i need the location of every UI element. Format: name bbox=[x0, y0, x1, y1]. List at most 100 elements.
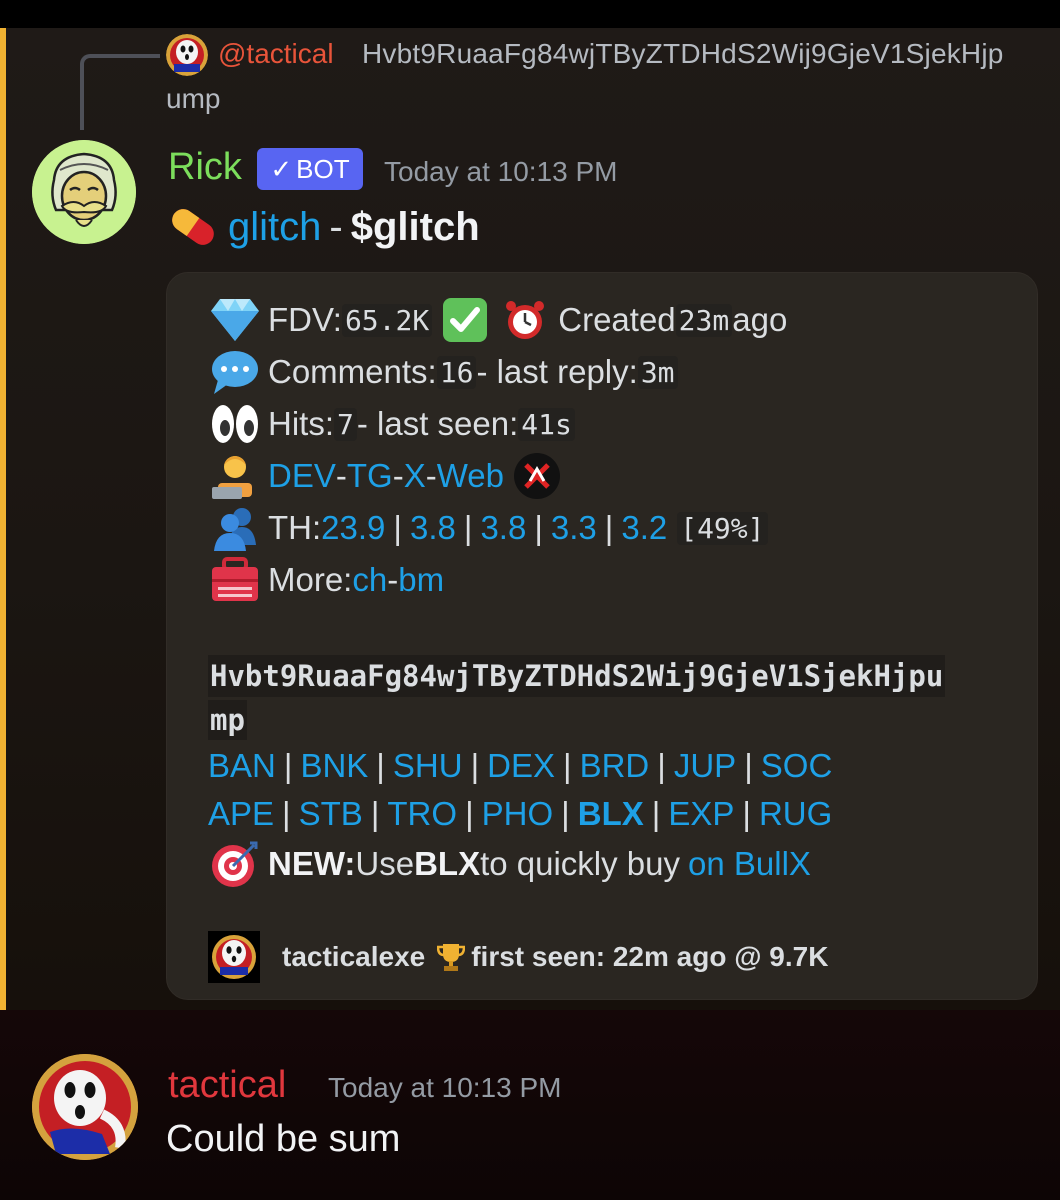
ch-link[interactable]: ch bbox=[352, 561, 387, 599]
platform-link-bnk[interactable]: BNK bbox=[300, 747, 368, 785]
bm-link[interactable]: bm bbox=[398, 561, 444, 599]
footer-text: first seen: 22m ago @ 9.7K bbox=[471, 941, 829, 972]
dev-link[interactable]: DEV bbox=[268, 457, 336, 495]
platform-link-shu[interactable]: SHU bbox=[393, 747, 463, 785]
last-seen-label: - last seen: bbox=[356, 405, 519, 442]
pipe-separator: | bbox=[742, 795, 751, 832]
th-value[interactable]: 23.9 bbox=[321, 509, 385, 547]
comments-label: Comments: bbox=[268, 353, 437, 390]
pipe-separator: | bbox=[393, 509, 402, 546]
link-separator: - bbox=[335, 457, 347, 494]
contract-address-continued[interactable]: mp bbox=[208, 700, 247, 740]
link-separator: - bbox=[425, 457, 437, 494]
busts-icon bbox=[208, 501, 262, 555]
reply-avatar[interactable] bbox=[166, 34, 208, 76]
platform-link-stb[interactable]: STB bbox=[299, 795, 363, 833]
pipe-separator: | bbox=[744, 747, 753, 784]
new-text: Use bbox=[355, 845, 415, 882]
reply-text-continued[interactable]: ump bbox=[166, 83, 220, 115]
web-link[interactable]: Web bbox=[437, 457, 504, 495]
bullx-link[interactable]: on BullX bbox=[688, 845, 811, 883]
reply-connector bbox=[80, 54, 160, 130]
check-mark-icon bbox=[438, 293, 492, 347]
verified-check-icon: ✓ bbox=[270, 153, 293, 184]
pipe-separator: | bbox=[465, 795, 474, 832]
platform-link-brd[interactable]: BRD bbox=[580, 747, 650, 785]
embed-footer: tacticalexe first seen: 22m ago @ 9.7K bbox=[208, 930, 828, 984]
bot-badge-label: BOT bbox=[296, 153, 350, 184]
new-text-continued: to quickly buy bbox=[480, 845, 681, 882]
platform-link-ape[interactable]: APE bbox=[208, 795, 274, 833]
pipe-separator: | bbox=[651, 795, 661, 832]
eyes-icon bbox=[208, 397, 262, 451]
trophy-icon bbox=[437, 942, 466, 972]
pipe-separator: | bbox=[563, 747, 572, 784]
platform-link-dex[interactable]: DEX bbox=[487, 747, 555, 785]
last-seen-value: 41s bbox=[518, 407, 575, 441]
pipe-separator: | bbox=[283, 747, 293, 784]
token-name-link[interactable]: glitch bbox=[228, 205, 321, 250]
th-value[interactable]: 3.8 bbox=[410, 509, 456, 547]
th-value[interactable]: 3.3 bbox=[551, 509, 597, 547]
toolbox-icon bbox=[208, 553, 262, 607]
platform-link-pho[interactable]: PHO bbox=[482, 795, 554, 833]
pipe-separator: | bbox=[376, 747, 385, 784]
tg-link[interactable]: TG bbox=[347, 457, 393, 495]
bot-badge: ✓ BOT bbox=[257, 148, 363, 190]
pipe-separator: | bbox=[470, 747, 480, 784]
token-ticker: $glitch bbox=[350, 204, 480, 249]
th-percent: [49%] bbox=[677, 511, 768, 545]
technologist-icon bbox=[208, 449, 262, 503]
platform-link-ban[interactable]: BAN bbox=[208, 747, 276, 785]
bot-username[interactable]: Rick bbox=[168, 146, 242, 189]
user-username[interactable]: tactical bbox=[168, 1064, 286, 1107]
no-entry-x-icon bbox=[510, 449, 564, 503]
message-timestamp[interactable]: Today at 10:13 PM bbox=[328, 1072, 561, 1104]
gem-icon bbox=[208, 293, 262, 347]
fdv-value: 65.2K bbox=[341, 303, 433, 337]
footer-username: tacticalexe bbox=[282, 941, 426, 972]
links-row: DEV - TG - X - Web bbox=[208, 450, 570, 502]
platform-links-row-2: APE | STB | TRO | PHO | BLX | EXP | RUG bbox=[208, 788, 832, 840]
pipe-separator: | bbox=[534, 509, 543, 546]
pipe-separator: | bbox=[370, 795, 380, 832]
title-separator: - bbox=[329, 204, 343, 249]
comments-row: Comments: 16 - last reply: 3m bbox=[208, 346, 678, 398]
link-separator: - bbox=[387, 561, 399, 598]
created-value: 23m bbox=[675, 303, 733, 337]
th-value[interactable]: 3.8 bbox=[480, 509, 526, 547]
last-reply-value: 3m bbox=[637, 355, 678, 389]
contract-address[interactable]: Hvbt9RuaaFg84wjTByZTDHdS2Wij9GjeV1SjekHj… bbox=[208, 655, 946, 697]
created-suffix: ago bbox=[732, 301, 788, 338]
tactical-avatar[interactable] bbox=[32, 1054, 138, 1160]
hits-row: Hits: 7 - last seen: 41s bbox=[208, 398, 575, 450]
hits-value: 7 bbox=[334, 407, 357, 441]
platform-link-soc[interactable]: SOC bbox=[761, 747, 833, 785]
pipe-separator: | bbox=[561, 795, 570, 832]
platform-link-tro[interactable]: TRO bbox=[387, 795, 457, 833]
mention-highlight-bar bbox=[0, 28, 6, 1010]
top-bar bbox=[0, 0, 1060, 28]
platform-link-rug[interactable]: RUG bbox=[759, 795, 832, 833]
new-label: NEW: bbox=[268, 845, 356, 882]
last-reply-label: - last reply: bbox=[476, 353, 638, 390]
reply-mention[interactable]: @tactical bbox=[218, 38, 334, 70]
platform-link-blx[interactable]: BLX bbox=[578, 795, 644, 833]
pipe-separator: | bbox=[282, 795, 291, 832]
message-background bbox=[0, 1010, 1060, 1200]
platform-link-exp[interactable]: EXP bbox=[668, 795, 734, 833]
message-timestamp[interactable]: Today at 10:13 PM bbox=[384, 156, 617, 188]
fdv-row: FDV: 65.2K Created 23m ago bbox=[208, 294, 787, 346]
new-bold-text: BLX bbox=[414, 845, 481, 882]
speech-bubble-icon bbox=[208, 345, 262, 399]
message-text: Could be sum bbox=[166, 1118, 401, 1160]
pipe-separator: | bbox=[657, 747, 666, 784]
platform-link-jup[interactable]: JUP bbox=[674, 747, 736, 785]
th-value[interactable]: 3.2 bbox=[621, 509, 667, 547]
target-icon bbox=[208, 837, 262, 891]
comments-value: 16 bbox=[436, 355, 477, 389]
reply-text[interactable]: Hvbt9RuaaFg84wjTByZTDHdS2Wij9GjeV1SjekHj… bbox=[362, 38, 1004, 70]
x-link[interactable]: X bbox=[404, 457, 426, 495]
rick-avatar[interactable] bbox=[32, 140, 136, 244]
fdv-label: FDV: bbox=[268, 301, 342, 338]
